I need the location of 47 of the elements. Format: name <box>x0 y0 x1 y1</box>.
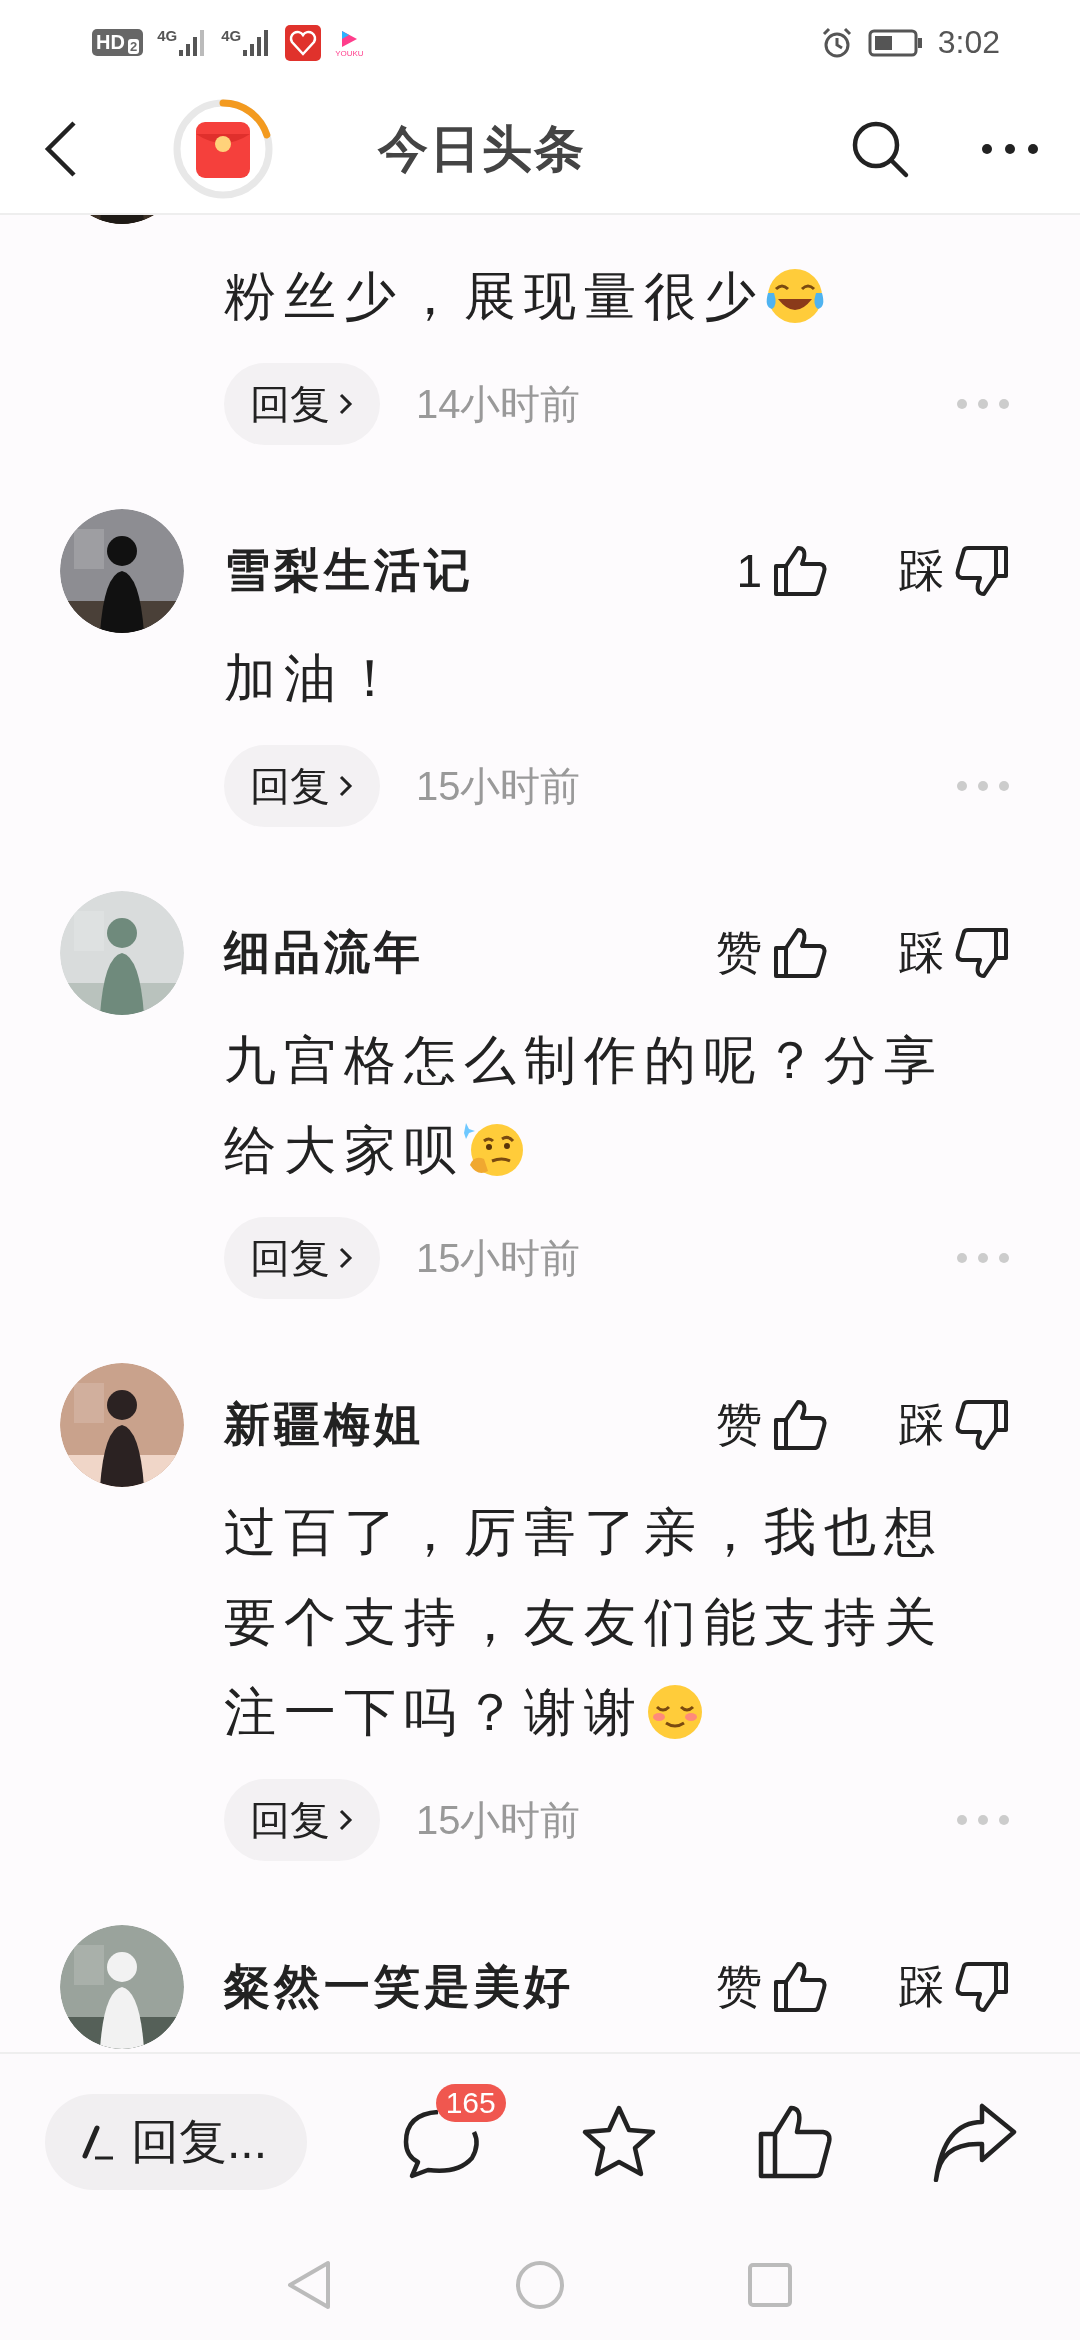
thumbs-down-icon[interactable] <box>954 1398 1010 1452</box>
reply-field[interactable]: 回复... <box>45 2094 307 2190</box>
like-count: 赞 <box>716 1959 762 2014</box>
like-count: 1 <box>736 544 762 598</box>
reply-button[interactable]: 回复 <box>224 1217 380 1299</box>
like-count: 赞 <box>716 1397 762 1452</box>
thumbs-up-icon[interactable] <box>772 1960 828 2014</box>
battery-icon <box>867 27 924 58</box>
author-name[interactable]: 雪梨生活记 <box>224 540 737 602</box>
reply-button[interactable]: 回复 <box>224 363 380 445</box>
comment-text-line: 注一下吗？谢谢 <box>224 1682 644 1743</box>
comment-time: 15小时前 <box>416 1796 582 1844</box>
chevron-icon <box>338 391 354 417</box>
comment-count-badge: 165 <box>435 2084 506 2122</box>
comment-time: 15小时前 <box>416 762 582 810</box>
comment-text-line: 加油！ <box>224 648 404 709</box>
dislike-label: 踩 <box>898 1959 944 2014</box>
comment-text-line: 过百了，厉害了亲，我也想 <box>224 1502 944 1563</box>
chevron-icon <box>338 1807 354 1833</box>
dislike-label: 踩 <box>898 543 944 598</box>
thumbs-down-icon[interactable] <box>954 926 1010 980</box>
dislike-label: 踩 <box>898 1397 944 1452</box>
app-title: 今日头条 <box>378 119 587 179</box>
dislike-label: 踩 <box>898 925 944 980</box>
clock-time: 3:02 <box>937 24 1000 61</box>
author-name[interactable]: 新疆梅姐 <box>224 1394 716 1456</box>
reply-button[interactable]: 回复 <box>224 1779 380 1861</box>
thumbs-up-icon[interactable] <box>772 544 828 598</box>
more-icon[interactable] <box>980 142 1040 156</box>
chevron-icon <box>338 1245 354 1271</box>
comment-text-line: 九宫格怎么制作的呢？分享 <box>224 1030 944 1091</box>
comment-time: 15小时前 <box>416 1234 582 1282</box>
comment-text-line: 粉丝少，展现量很少 <box>224 266 764 327</box>
comment-text-line: 给大家呗 <box>224 1120 464 1181</box>
author-name[interactable]: 粲然一笑是美好 <box>224 1956 716 2018</box>
reply-button[interactable]: 回复 <box>224 745 380 827</box>
like-count: 赞 <box>716 925 762 980</box>
hd-indicator: HD 2 <box>92 29 144 56</box>
comment-text-line: 要个支持，友友们能支持关 <box>224 1592 944 1653</box>
gift-app-icon <box>285 24 322 61</box>
comment-time: 14小时前 <box>416 380 582 428</box>
thumbs-down-icon[interactable] <box>954 544 1010 598</box>
chevron-icon <box>338 773 354 799</box>
thumbs-down-icon[interactable] <box>954 1960 1010 2014</box>
author-name[interactable]: 细品流年 <box>224 922 716 984</box>
thumbs-up-icon[interactable] <box>772 1398 828 1452</box>
thumbs-up-icon[interactable] <box>772 926 828 980</box>
